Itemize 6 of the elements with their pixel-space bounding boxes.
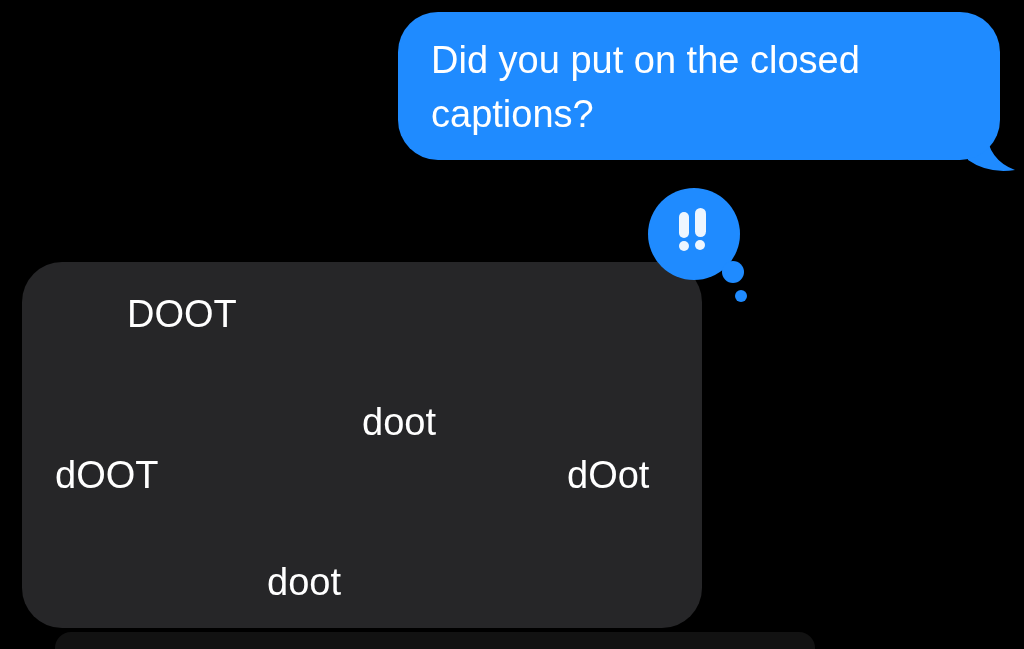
caption-word: DOOT xyxy=(127,292,237,336)
caption-word: doot xyxy=(267,560,341,604)
caption-word: doot xyxy=(362,400,436,444)
caption-word: dOot xyxy=(567,453,650,497)
sent-message: Did you put on the closed captions? xyxy=(398,12,1000,160)
caption-word: dOOT xyxy=(55,453,159,497)
